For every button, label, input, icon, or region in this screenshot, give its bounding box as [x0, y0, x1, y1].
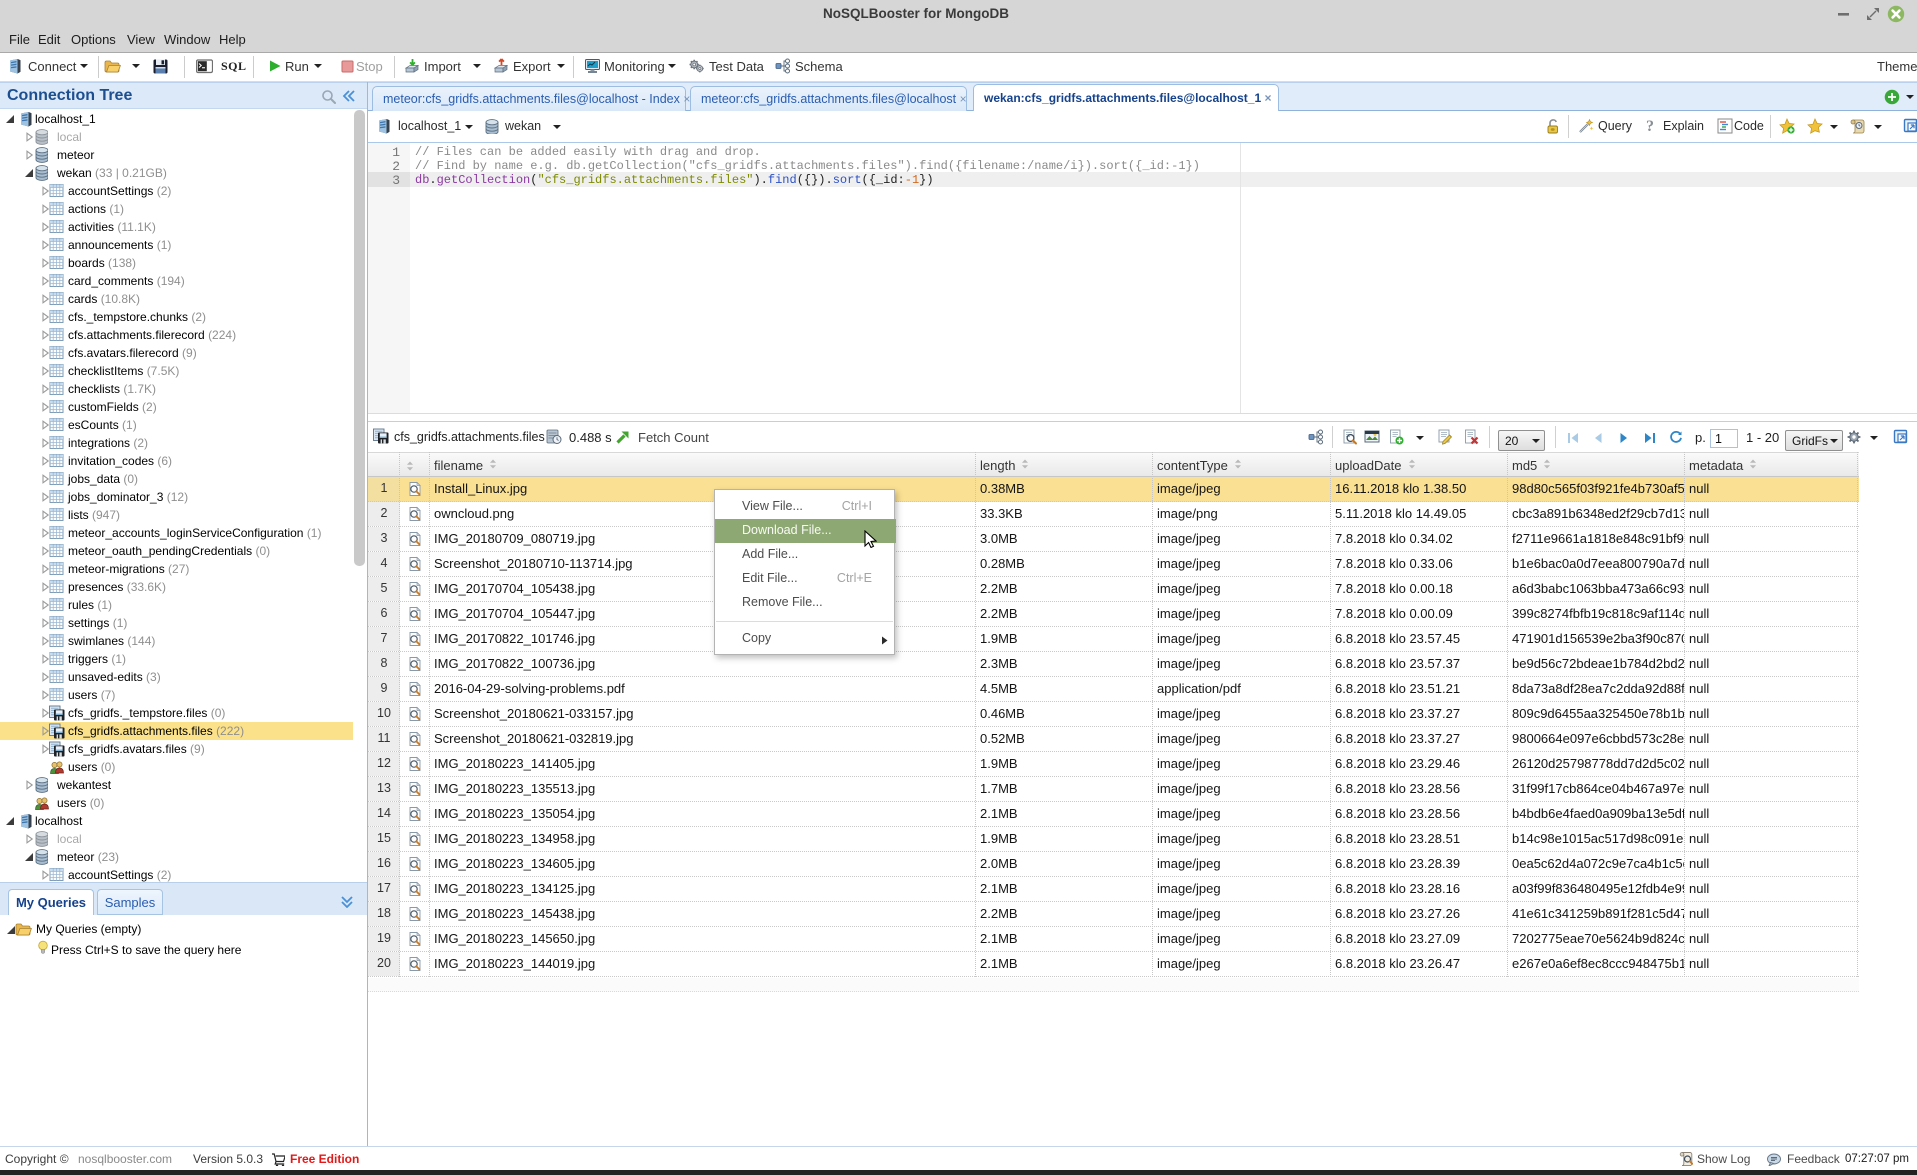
svg-text:?: ? — [1646, 118, 1654, 134]
